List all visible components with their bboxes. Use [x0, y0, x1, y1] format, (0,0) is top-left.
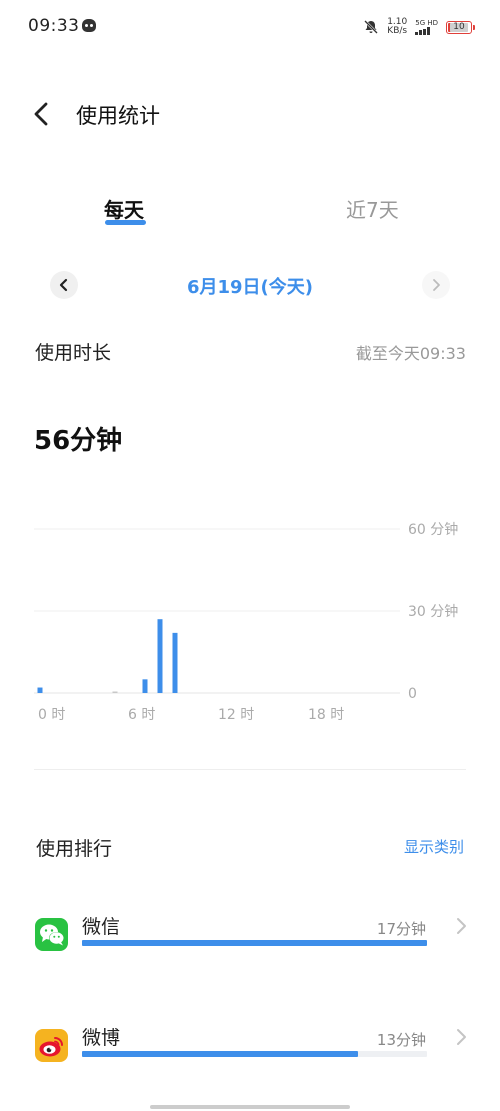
usage-chart: 0 30 分钟 60 分钟 0 时 6 时 12 时 18 时 — [0, 500, 500, 740]
app-usage-bar-fill — [82, 1051, 358, 1057]
app-usage-bar — [82, 940, 427, 946]
period-tabs: 每天 近7天 — [0, 190, 500, 234]
chart-y-tick-label: 30 分钟 — [408, 603, 458, 620]
usage-chart-svg: 0 30 分钟 60 分钟 0 时 6 时 12 时 18 时 — [34, 521, 458, 723]
app-row-weibo[interactable]: 微博 13分钟 — [0, 1023, 500, 1083]
section-divider — [34, 769, 466, 770]
chart-bar — [142, 679, 148, 693]
notification-app-icon — [82, 19, 96, 32]
network-speed: 1.10 KB/s — [387, 18, 407, 36]
home-indicator[interactable] — [150, 1105, 350, 1109]
usage-until-time: 截至今天09:33 — [355, 344, 466, 363]
app-usage-bar-fill — [82, 940, 427, 946]
header: 使用统计 — [0, 90, 500, 138]
weibo-icon — [35, 1029, 68, 1062]
tab-weekly[interactable]: 近7天 — [346, 194, 399, 223]
chart-y-tick-label: 0 — [408, 686, 417, 702]
chart-bar — [157, 619, 163, 693]
status-bar: 09:33 1.10 KB/s 5G HD 10 — [0, 0, 500, 52]
mute-bell-icon — [364, 20, 379, 34]
chart-x-tick-label: 0 时 — [38, 707, 65, 723]
chart-bar — [112, 691, 118, 693]
chart-bar — [37, 687, 43, 693]
usage-total: 56分钟 — [34, 426, 123, 456]
date-navigation: 6月19日(今天) — [0, 265, 500, 305]
battery-icon: 10 — [446, 20, 475, 34]
show-category-button[interactable]: 显示类别 — [404, 836, 464, 857]
app-name: 微信 — [82, 916, 121, 938]
back-arrow-icon[interactable] — [30, 100, 54, 128]
usage-duration-title: 使用时长 — [35, 342, 112, 364]
chevron-right-icon — [457, 1029, 466, 1045]
network-type-label: 5G HD — [415, 19, 438, 27]
network-speed-unit: KB/s — [387, 26, 408, 36]
chart-y-tick-label: 60 分钟 — [408, 521, 458, 538]
signal-indicator: 5G HD — [415, 19, 438, 35]
active-tab-indicator — [105, 220, 146, 225]
chart-x-tick-label: 12 时 — [218, 707, 254, 723]
app-duration: 13分钟 — [376, 1031, 426, 1049]
chart-x-tick-label: 6 时 — [128, 707, 155, 723]
chevron-right-icon — [457, 918, 466, 934]
app-row-wechat[interactable]: 微信 17分钟 — [0, 912, 500, 972]
wechat-icon — [35, 918, 68, 951]
app-duration: 17分钟 — [376, 920, 426, 938]
status-time: 09:33 — [28, 16, 80, 36]
status-icons: 1.10 KB/s 5G HD 10 — [363, 16, 475, 38]
app-name: 微博 — [82, 1027, 121, 1049]
next-day-button[interactable] — [422, 271, 450, 299]
chevron-right-icon — [433, 279, 440, 291]
app-usage-bar — [82, 1051, 427, 1057]
chart-x-tick-label: 18 时 — [308, 707, 344, 723]
usage-ranking-title: 使用排行 — [36, 838, 113, 860]
battery-level: 10 — [450, 22, 468, 32]
tab-daily[interactable]: 每天 — [104, 194, 144, 223]
page-title: 使用统计 — [76, 104, 160, 128]
signal-bars-icon — [415, 27, 431, 35]
chart-bar — [172, 632, 178, 693]
